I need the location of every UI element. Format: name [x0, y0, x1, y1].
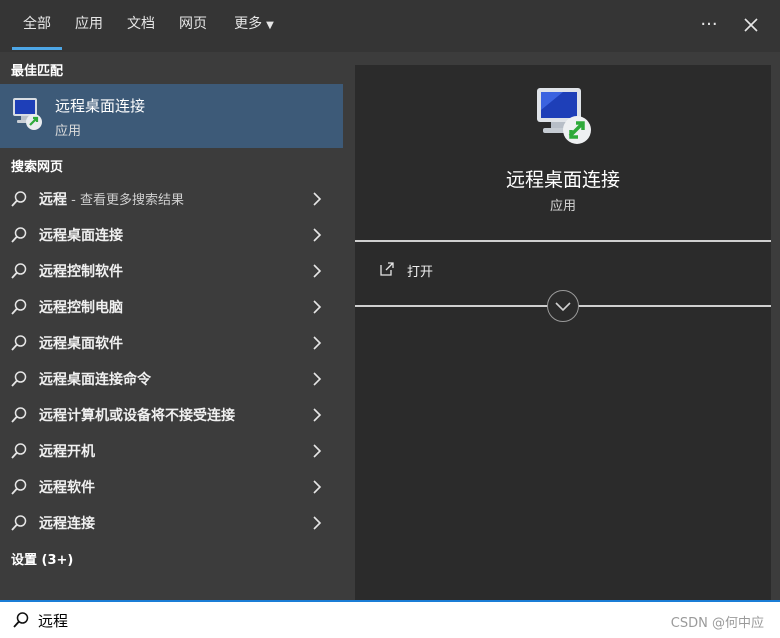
suggestion-text: 远程 — [39, 192, 67, 208]
remote-desktop-icon — [537, 88, 591, 144]
search-suggestion[interactable]: 远程计算机或设备将不接受连接 — [0, 397, 343, 433]
open-icon — [380, 262, 394, 276]
more-options-button[interactable]: ··· — [694, 10, 724, 40]
chevron-right-icon — [313, 264, 322, 278]
web-search-heading: 搜索网页 — [11, 160, 64, 175]
search-icon — [11, 479, 27, 495]
suggestion-text: 远程控制软件 — [39, 264, 123, 280]
search-icon — [11, 299, 27, 315]
preview-panel: 远程桌面连接 应用 打开 — [343, 52, 780, 600]
preview-app-name: 远程桌面连接 — [505, 169, 620, 191]
tab-more[interactable]: 更多 ▼ — [226, 0, 282, 52]
best-match-heading: 最佳匹配 — [11, 64, 64, 79]
search-icon — [11, 407, 27, 423]
search-suggestion[interactable]: 远程控制软件 — [0, 253, 343, 289]
search-suggestion[interactable]: 远程桌面连接命令 — [0, 361, 343, 397]
suggestion-label: 远程软件 — [39, 477, 95, 497]
search-suggestion[interactable]: 远程软件 — [0, 469, 343, 505]
search-input[interactable] — [38, 607, 558, 633]
suggestion-label: 远程开机 — [39, 441, 95, 461]
chevron-right-icon — [313, 192, 322, 206]
chevron-right-icon — [313, 228, 322, 242]
search-suggestion[interactable]: 远程控制电脑 — [0, 289, 343, 325]
suggestion-label: 远程 - 查看更多搜索结果 — [39, 189, 184, 209]
suggestion-text: 远程控制电脑 — [39, 300, 123, 316]
tab-more-label: 更多 — [234, 16, 263, 32]
chevron-right-icon — [313, 300, 322, 314]
search-icon — [11, 443, 27, 459]
suggestion-text: 远程连接 — [39, 516, 95, 532]
best-match-item[interactable]: 远程桌面连接 应用 — [0, 84, 343, 148]
divider — [355, 240, 771, 242]
suggestion-text: 远程开机 — [39, 444, 95, 460]
suggestion-label: 远程控制软件 — [39, 261, 123, 281]
tab-apps[interactable]: 应用 — [70, 0, 108, 52]
suggestion-label: 远程桌面连接命令 — [39, 369, 151, 389]
search-suggestion[interactable]: 远程连接 — [0, 505, 343, 541]
tab-web-label: 网页 — [179, 16, 207, 32]
chevron-right-icon — [313, 480, 322, 494]
open-label: 打开 — [407, 265, 434, 280]
best-match-name: 远程桌面连接 — [55, 97, 146, 115]
search-icon — [11, 335, 27, 351]
ellipsis-icon: ··· — [700, 14, 718, 35]
top-tab-bar: 全部 应用 文档 网页 更多 ▼ ··· — [0, 0, 780, 52]
tab-all[interactable]: 全部 — [12, 0, 62, 52]
best-match-type: 应用 — [55, 124, 82, 139]
search-suggestion[interactable]: 远程 - 查看更多搜索结果 — [0, 181, 343, 217]
suggestion-label: 远程计算机或设备将不接受连接 — [39, 405, 235, 425]
search-icon — [11, 515, 27, 531]
suggestion-label: 远程桌面软件 — [39, 333, 123, 353]
app-preview-card: 远程桌面连接 应用 打开 — [355, 65, 771, 600]
search-suggestion[interactable]: 远程桌面连接 — [0, 217, 343, 253]
chevron-right-icon — [313, 516, 322, 530]
caret-down-icon: ▼ — [266, 20, 274, 31]
chevron-right-icon — [313, 408, 322, 422]
chevron-right-icon — [313, 444, 322, 458]
tab-docs-label: 文档 — [127, 16, 155, 32]
watermark: CSDN @何中应 — [670, 616, 764, 631]
tab-web[interactable]: 网页 — [174, 0, 212, 52]
suggestion-text: 远程计算机或设备将不接受连接 — [39, 408, 235, 424]
chevron-down-icon — [555, 302, 571, 312]
suggestion-label: 远程桌面连接 — [39, 225, 123, 245]
search-icon — [11, 227, 27, 243]
tab-apps-label: 应用 — [75, 16, 103, 32]
remote-desktop-icon — [13, 98, 42, 130]
settings-heading[interactable]: 设置 (3+) — [11, 549, 73, 568]
close-button[interactable] — [736, 10, 766, 40]
suggestion-text: 远程桌面连接 — [39, 228, 123, 244]
expand-button[interactable] — [547, 290, 579, 322]
search-suggestion[interactable]: 远程桌面软件 — [0, 325, 343, 361]
search-icon — [13, 612, 29, 628]
results-panel: 最佳匹配 远程桌面连接 应用 搜索网页 远程 - 查看更多搜索结果 远程桌面连接远… — [0, 52, 343, 600]
search-icon — [11, 191, 27, 207]
search-suggestion[interactable]: 远程开机 — [0, 433, 343, 469]
chevron-right-icon — [313, 336, 322, 350]
preview-app-type: 应用 — [549, 199, 576, 214]
suggestion-label: 远程控制电脑 — [39, 297, 123, 317]
suggestion-text: 远程桌面软件 — [39, 336, 123, 352]
suggestion-extra: - 查看更多搜索结果 — [67, 193, 184, 208]
tab-all-label: 全部 — [23, 16, 51, 32]
suggestion-text: 远程软件 — [39, 480, 95, 496]
chevron-right-icon — [313, 372, 322, 386]
open-action[interactable]: 打开 — [355, 255, 771, 285]
close-icon — [744, 18, 758, 32]
suggestion-text: 远程桌面连接命令 — [39, 372, 151, 388]
tab-docs[interactable]: 文档 — [122, 0, 160, 52]
search-icon — [11, 263, 27, 279]
search-bar: CSDN @何中应 — [0, 600, 780, 638]
suggestion-label: 远程连接 — [39, 513, 95, 533]
search-icon — [11, 371, 27, 387]
